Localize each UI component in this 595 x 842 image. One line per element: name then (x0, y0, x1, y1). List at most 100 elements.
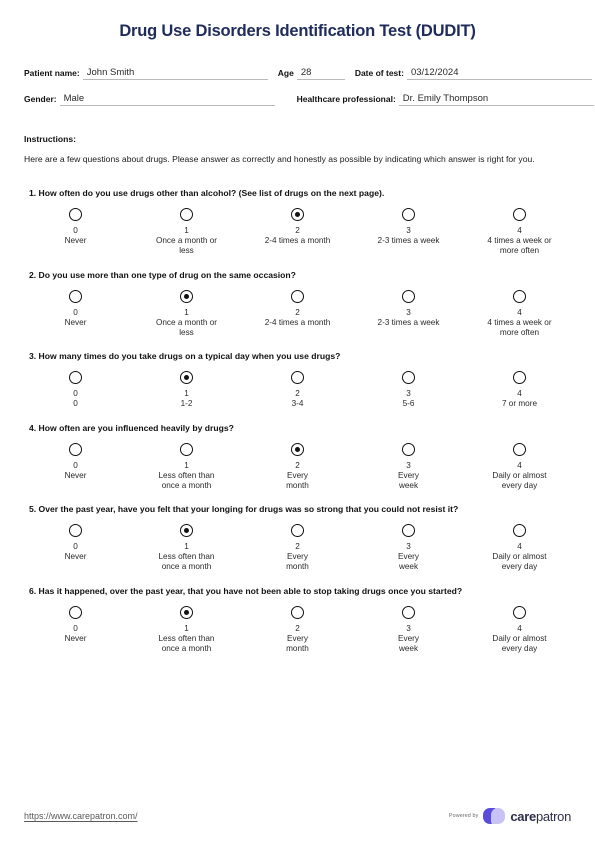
option-score: 4 (517, 460, 522, 470)
answer-option[interactable]: 0 Never (20, 524, 131, 572)
radio-button[interactable] (402, 605, 415, 619)
radio-button[interactable] (69, 442, 82, 456)
question-text: 4. How often are you influenced heavily … (29, 422, 234, 433)
option-label: Once a month or less (156, 317, 217, 337)
option-label: 2-4 times a month (264, 317, 331, 327)
answer-option[interactable]: 2 Every month (242, 442, 353, 491)
answer-option[interactable]: 3 Every week (353, 524, 464, 572)
radio-button-selected[interactable] (180, 524, 193, 537)
answer-option[interactable]: 0 Never (20, 208, 131, 256)
answer-option[interactable]: 3 5-6 (353, 371, 464, 409)
radio-button-selected[interactable] (180, 371, 193, 384)
answer-option[interactable]: 4 Daily or almost every day (464, 605, 575, 654)
answer-option[interactable]: 3 2-3 times a week (353, 289, 464, 338)
radio-button[interactable] (402, 208, 415, 221)
radio-button-selected[interactable] (291, 442, 304, 456)
option-score: 4 (517, 307, 522, 317)
radio-button[interactable] (69, 208, 82, 221)
age-field[interactable]: 28 (296, 65, 345, 80)
option-label: Every week (398, 633, 419, 653)
answer-option[interactable]: 3 Every week (353, 605, 464, 654)
option-label: Daily or almost every day (492, 552, 547, 571)
option-score: 3 (406, 226, 411, 235)
answer-option[interactable]: 2 2-4 times a month (242, 289, 353, 338)
radio-button[interactable] (69, 371, 82, 384)
radio-button[interactable] (291, 605, 304, 619)
answer-option[interactable]: 44 times a week or more often (464, 289, 575, 338)
answer-option[interactable]: 2 Every month (242, 605, 353, 654)
answer-option[interactable]: 1 1-2 (131, 371, 242, 409)
answer-option[interactable]: 1 Once a month or less (131, 289, 242, 338)
answer-option[interactable]: 4 Daily or almost every day (464, 442, 575, 491)
radio-button[interactable] (180, 442, 193, 456)
option-label: 2-4 times a month (264, 236, 331, 245)
radio-button[interactable] (513, 289, 526, 303)
answer-options-row: 0 Never 1 Once a month or less 2 2-4 times a … (20, 289, 575, 338)
option-score: 2 (295, 623, 300, 633)
answer-option[interactable]: 2 Every month (242, 524, 353, 572)
radio-button[interactable] (513, 371, 526, 384)
answer-options-row: 0 Never 1 Once a month or less 2 2-4 times a … (20, 208, 575, 256)
brand-light-part: patron (535, 808, 571, 824)
question-text: 1. How often do you use drugs other than… (29, 188, 385, 198)
radio-button[interactable] (291, 289, 304, 303)
answer-option[interactable]: 2 2-4 times a month (242, 208, 353, 256)
radio-button-selected[interactable] (291, 208, 304, 221)
healthcare-professional-field[interactable]: Dr. Emily Thompson (398, 91, 594, 106)
radio-button[interactable] (69, 289, 82, 303)
gender-field[interactable]: Male (59, 91, 275, 106)
answer-options-row: 0 Never 1 Less often than once a month 2 Ever… (20, 605, 575, 654)
instructions-body: Here are a few questions about drugs. Pl… (24, 154, 535, 164)
radio-button[interactable] (402, 289, 415, 303)
answer-option[interactable]: 47 or more (464, 371, 575, 409)
question-block: 1. How often do you use drugs other than… (20, 188, 575, 256)
answer-option[interactable]: 4 Daily or almost every day (464, 524, 575, 572)
radio-button[interactable] (291, 371, 304, 384)
answer-option[interactable]: 2 3-4 (242, 371, 353, 409)
radio-button[interactable] (69, 524, 82, 537)
option-label: 7 or more (501, 399, 538, 408)
option-score: 2 (295, 542, 300, 551)
date-of-test-field[interactable]: 03/12/2024 (406, 65, 592, 80)
option-label: Less often than once a month (158, 470, 215, 490)
answer-option[interactable]: 1 Less often than once a month (131, 605, 242, 654)
answer-option[interactable]: 44 times a week or more often (464, 208, 575, 256)
radio-button[interactable] (291, 524, 304, 537)
radio-button[interactable] (513, 208, 526, 221)
radio-button-selected[interactable] (180, 605, 193, 619)
answer-option[interactable]: 1 Once a month or less (131, 208, 242, 256)
option-score: 3 (406, 460, 411, 470)
radio-button[interactable] (513, 524, 526, 537)
page-title: Drug Use Disorders Identification Test (… (119, 22, 476, 40)
radio-button[interactable] (69, 605, 82, 619)
answer-option[interactable]: 0 Never (20, 289, 131, 338)
patient-name-field[interactable]: John Smith (82, 65, 268, 80)
radio-button-selected[interactable] (180, 289, 193, 303)
radio-button[interactable] (402, 442, 415, 456)
radio-button[interactable] (402, 371, 415, 384)
option-label: Daily or almost every day (492, 470, 547, 490)
answer-option[interactable]: 0 Never (20, 605, 131, 654)
radio-button[interactable] (513, 605, 526, 619)
answer-option[interactable]: 3 2-3 times a week (353, 208, 464, 256)
powered-by-label: Powered by (448, 813, 479, 819)
gender-label: Gender: (24, 94, 57, 104)
answer-option[interactable]: 3 Every week (353, 442, 464, 491)
radio-button[interactable] (513, 442, 526, 456)
option-score: 2 (295, 460, 300, 470)
option-score: 1 (184, 623, 189, 633)
answer-option[interactable]: 00 (20, 371, 131, 409)
option-score: 0 (73, 226, 78, 235)
brand-bold-part: care (510, 808, 536, 824)
answer-option[interactable]: 1 Less often than once a month (131, 442, 242, 491)
carepatron-url-link[interactable]: https://www.carepatron.com/ (24, 811, 138, 821)
option-score: 3 (406, 389, 411, 398)
radio-button[interactable] (402, 524, 415, 537)
option-label: 4 times a week or more often (487, 317, 552, 337)
option-label: Never (64, 317, 87, 327)
carepatron-branding: Powered by carepatron (449, 808, 571, 824)
option-label: 4 times a week or more often (487, 236, 552, 255)
radio-button[interactable] (180, 208, 193, 221)
answer-option[interactable]: 1 Less often than once a month (131, 524, 242, 572)
answer-option[interactable]: 0 Never (20, 442, 131, 491)
